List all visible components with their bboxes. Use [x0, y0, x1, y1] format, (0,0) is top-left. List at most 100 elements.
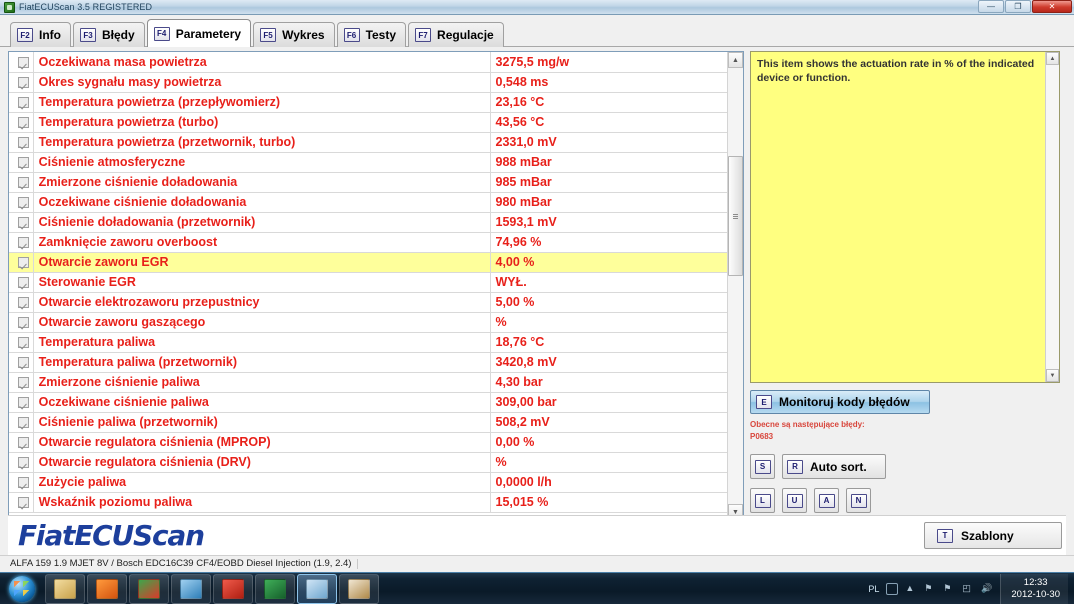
table-row[interactable]: Otwarcie regulatora ciśnienia (MPROP) 0,0… — [9, 432, 727, 453]
tray-action-center-icon[interactable]: ⚑ — [943, 583, 955, 595]
parameter-name[interactable]: Otwarcie zaworu EGR — [33, 252, 490, 273]
checkbox-checked-icon[interactable] — [17, 277, 29, 289]
monitor-error-codes-button[interactable]: E Monitoruj kody błędów — [750, 390, 930, 414]
checkbox-checked-icon[interactable] — [17, 297, 29, 309]
tray-volume-icon[interactable]: 🔊 — [981, 583, 993, 595]
row-checkbox-cell[interactable] — [9, 332, 34, 353]
parameter-name[interactable]: Otwarcie regulatora ciśnienia (DRV) — [33, 452, 490, 473]
row-checkbox-cell[interactable] — [9, 172, 34, 193]
parameter-name[interactable]: Oczekiwana masa powietrza — [33, 52, 490, 73]
table-row[interactable]: Temperatura paliwa (przetwornik) 3420,8 m… — [9, 352, 727, 373]
table-row[interactable]: Sterowanie EGR WYŁ. — [9, 272, 727, 293]
checkbox-checked-icon[interactable] — [17, 56, 29, 68]
parameter-name[interactable]: Okres sygnału masy powietrza — [33, 72, 490, 93]
save-template-button[interactable]: S — [750, 454, 775, 480]
parameter-name[interactable]: Zamknięcie zaworu overboost — [33, 232, 490, 253]
parameter-name[interactable]: Oczekiwane ciśnienie doładowania — [33, 192, 490, 213]
table-row[interactable]: Wskaźnik poziomu paliwa 15,015 % — [9, 492, 727, 513]
minimize-button[interactable]: — — [978, 0, 1004, 13]
table-row[interactable]: Otwarcie zaworu gaszącego % — [9, 312, 727, 333]
table-row[interactable]: Okres sygnału masy powietrza 0,548 ms — [9, 72, 727, 93]
tray-signal-icon[interactable]: ◰ — [962, 583, 974, 595]
table-row[interactable]: Ciśnienie atmosferyczne 988 mBar — [9, 152, 727, 173]
table-row[interactable]: Oczekiwana masa powietrza 3275,5 mg/w — [9, 52, 727, 73]
tray-show-hidden-icon[interactable]: ▲ — [905, 583, 917, 595]
checkbox-checked-icon[interactable] — [17, 257, 29, 269]
table-row[interactable]: Temperatura powietrza (turbo) 43,56 °C — [9, 112, 727, 133]
tray-network-icon[interactable]: ⚑ — [924, 583, 936, 595]
taskbar-clock[interactable]: 12:33 2012-10-30 — [1000, 573, 1068, 604]
row-checkbox-cell[interactable] — [9, 252, 34, 273]
tray-keyboard-icon[interactable] — [886, 582, 899, 595]
button-a[interactable]: A — [814, 488, 839, 514]
parameter-name[interactable]: Otwarcie elektrozaworu przepustnicy — [33, 292, 490, 313]
checkbox-checked-icon[interactable] — [17, 97, 29, 109]
row-checkbox-cell[interactable] — [9, 472, 34, 493]
checkbox-checked-icon[interactable] — [17, 137, 29, 149]
table-row[interactable]: Zamknięcie zaworu overboost 74,96 % — [9, 232, 727, 253]
taskbar-scanner-icon[interactable] — [255, 573, 295, 604]
table-row[interactable]: Ciśnienie paliwa (przetwornik) 508,2 mV — [9, 412, 727, 433]
checkbox-checked-icon[interactable] — [17, 457, 29, 469]
close-button[interactable]: ✕ — [1032, 0, 1072, 13]
checkbox-checked-icon[interactable] — [17, 237, 29, 249]
checkbox-checked-icon[interactable] — [17, 77, 29, 89]
checkbox-checked-icon[interactable] — [17, 377, 29, 389]
button-u[interactable]: U — [782, 488, 807, 514]
row-checkbox-cell[interactable] — [9, 192, 34, 213]
table-row[interactable]: Ciśnienie doładowania (przetwornik) 1593,… — [9, 212, 727, 233]
checkbox-checked-icon[interactable] — [17, 217, 29, 229]
taskbar-book-icon[interactable] — [297, 573, 337, 604]
table-row[interactable]: Otwarcie elektrozaworu przepustnicy 5,00 … — [9, 292, 727, 313]
checkbox-checked-icon[interactable] — [17, 157, 29, 169]
taskbar-media-player-icon[interactable] — [87, 573, 127, 604]
start-button[interactable] — [0, 574, 44, 604]
parameter-name[interactable]: Temperatura powietrza (przepływomierz) — [33, 92, 490, 113]
taskbar-toolbox-icon[interactable] — [213, 573, 253, 604]
parameter-name[interactable]: Ciśnienie paliwa (przetwornik) — [33, 412, 490, 433]
table-row[interactable]: Zużycie paliwa 0,0000 l/h — [9, 472, 727, 493]
maximize-button[interactable]: ❐ — [1005, 0, 1031, 13]
checkbox-checked-icon[interactable] — [17, 477, 29, 489]
row-checkbox-cell[interactable] — [9, 152, 34, 173]
scroll-up-icon[interactable]: ▲ — [728, 52, 743, 68]
parameter-name[interactable]: Ciśnienie atmosferyczne — [33, 152, 490, 173]
checkbox-checked-icon[interactable] — [17, 497, 29, 509]
row-checkbox-cell[interactable] — [9, 132, 34, 153]
help-scrollbar-track[interactable] — [1046, 65, 1059, 369]
tab-testy[interactable]: F6 Testy — [336, 22, 407, 47]
table-row[interactable]: Otwarcie zaworu EGR 4,00 % — [9, 252, 727, 273]
row-checkbox-cell[interactable] — [9, 312, 34, 333]
row-checkbox-cell[interactable] — [9, 52, 34, 73]
parameter-grid-scrollbar[interactable]: ▲ ▼ — [727, 52, 743, 520]
table-row[interactable]: Temperatura powietrza (przepływomierz) 23… — [9, 92, 727, 113]
parameter-name[interactable]: Temperatura powietrza (turbo) — [33, 112, 490, 133]
parameter-name[interactable]: Otwarcie regulatora ciśnienia (MPROP) — [33, 432, 490, 453]
tab-info[interactable]: F2 Info — [10, 22, 71, 47]
row-checkbox-cell[interactable] — [9, 492, 34, 513]
row-checkbox-cell[interactable] — [9, 392, 34, 413]
checkbox-checked-icon[interactable] — [17, 177, 29, 189]
scrollbar-thumb[interactable] — [728, 156, 743, 276]
parameter-name[interactable]: Temperatura paliwa (przetwornik) — [33, 352, 490, 373]
parameter-name[interactable]: Oczekiwane ciśnienie paliwa — [33, 392, 490, 413]
parameter-name[interactable]: Ciśnienie doładowania (przetwornik) — [33, 212, 490, 233]
button-l[interactable]: L — [750, 488, 775, 514]
row-checkbox-cell[interactable] — [9, 72, 34, 93]
checkbox-checked-icon[interactable] — [17, 337, 29, 349]
checkbox-checked-icon[interactable] — [17, 357, 29, 369]
checkbox-checked-icon[interactable] — [17, 437, 29, 449]
tab-regulacje[interactable]: F7 Regulacje — [408, 22, 504, 47]
row-checkbox-cell[interactable] — [9, 352, 34, 373]
tab-bledy[interactable]: F3 Błędy — [73, 22, 145, 47]
row-checkbox-cell[interactable] — [9, 112, 34, 133]
tab-parametery[interactable]: F4 Parametery — [146, 19, 252, 47]
tab-wykres[interactable]: F5 Wykres — [253, 22, 335, 47]
parameter-name[interactable]: Zużycie paliwa — [33, 472, 490, 493]
taskbar-paint-icon[interactable] — [339, 573, 379, 604]
button-n[interactable]: N — [846, 488, 871, 514]
help-scrollbar[interactable]: ▲ ▼ — [1045, 52, 1059, 382]
parameter-name[interactable]: Temperatura powietrza (przetwornik, turb… — [33, 132, 490, 153]
row-checkbox-cell[interactable] — [9, 412, 34, 433]
row-checkbox-cell[interactable] — [9, 212, 34, 233]
